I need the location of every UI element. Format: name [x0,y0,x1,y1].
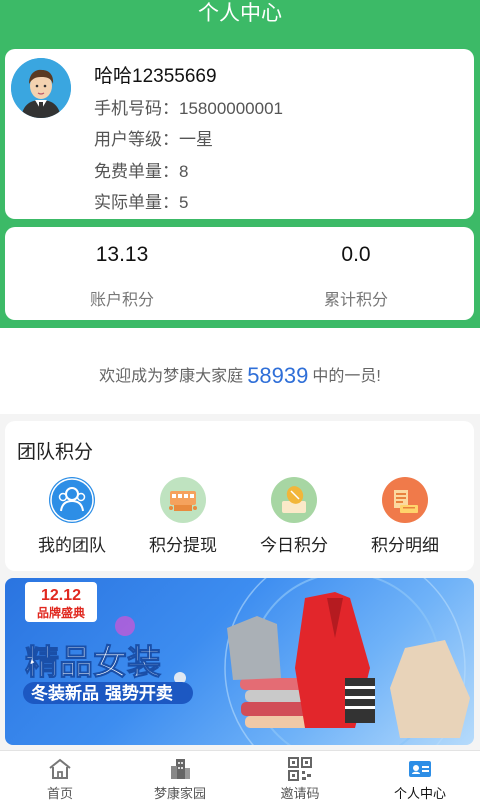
team-points-card: 团队积分 我的团队 积分提现 今日积分 积分明细 [5,421,474,571]
account-points-label[interactable]: 账户积分 [5,286,239,310]
welcome-banner: 欢迎成为梦康大家庭 58939 中的一员! [0,328,480,414]
tab-label: 梦康家园 [153,786,206,800]
home-icon [49,758,71,779]
building-icon [171,759,190,779]
banner-badge-top: 12.12 [41,587,81,604]
tab-community[interactable]: 梦康家园 [120,751,240,800]
team-item-withdraw[interactable]: 积分提现 [128,477,238,556]
profile-phone: 手机号码：15800000001 [94,94,283,119]
team-item-label: 今日积分 [260,536,328,555]
page-title: 个人中心 [198,2,282,25]
banner-badge-bottom: 品牌盛典 [37,605,85,620]
profile-card: 哈哈12355669 手机号码：15800000001 用户等级：一星 免费单量… [5,49,474,219]
tab-label: 个人中心 [393,786,446,800]
avatar[interactable] [11,58,71,118]
banner-headline: 精品女装 [25,643,161,683]
points-card: 13.13 账户积分 0.0 累计积分 [5,227,474,320]
withdraw-icon [160,477,206,523]
tab-profile[interactable]: 个人中心 [360,751,480,800]
points-detail-icon [382,477,428,523]
header-background: 个人中心 哈哈12355669 手机号码：15800000001 用户等级：一星… [0,0,480,328]
tab-home[interactable]: 首页 [0,751,120,800]
tab-label: 邀请码 [280,786,320,800]
promo-banner[interactable]: 12.12 品牌盛典 精品女装 冬装新品 强势开卖 [5,578,474,745]
profile-username: 哈哈12355669 [94,66,217,87]
team-item-label: 积分提现 [149,536,217,555]
profile-level-label: 用户等级： [94,130,179,149]
account-points-value: 13.13 [95,243,149,266]
profile-phone-label: 手机号码： [94,99,179,118]
profile-free-orders-value: 8 [179,162,189,181]
banner-subline: 冬装新品 强势开卖 [31,683,173,704]
profile-actual-orders-label: 实际单量： [94,193,179,212]
total-points-label[interactable]: 累计积分 [239,286,473,310]
bottom-tab-bar: 首页 梦康家园 邀请码 个人中心 [0,750,480,800]
profile-card-icon [409,761,431,777]
total-points-value: 0.0 [341,243,371,266]
team-item-my-team[interactable]: 我的团队 [17,477,127,556]
tab-label: 首页 [46,786,73,800]
team-item-points-detail[interactable]: 积分明细 [350,477,460,556]
team-item-label: 积分明细 [371,536,439,555]
member-count: 58939 [247,363,309,388]
welcome-prefix: 欢迎成为梦康大家庭 [99,368,244,385]
profile-phone-value: 15800000001 [179,99,284,118]
profile-actual-orders: 实际单量：5 [94,188,188,213]
qr-code-icon [288,757,312,781]
avatar-person-icon [11,58,71,118]
team-icon [49,477,95,523]
team-points-title: 团队积分 [17,442,94,463]
welcome-suffix: 中的一员! [312,368,381,385]
promo-banner-art: 12.12 品牌盛典 精品女装 冬装新品 强势开卖 [23,578,470,745]
team-item-today-points[interactable]: 今日积分 [239,477,349,556]
today-points-icon [271,477,317,523]
profile-free-orders: 免费单量：8 [94,157,188,182]
tab-invite-code[interactable]: 邀请码 [240,751,360,800]
profile-actual-orders-value: 5 [179,193,189,212]
profile-level-value: 一星 [179,130,213,149]
team-item-label: 我的团队 [38,536,106,555]
profile-free-orders-label: 免费单量： [94,162,179,181]
profile-level: 用户等级：一星 [94,125,213,150]
